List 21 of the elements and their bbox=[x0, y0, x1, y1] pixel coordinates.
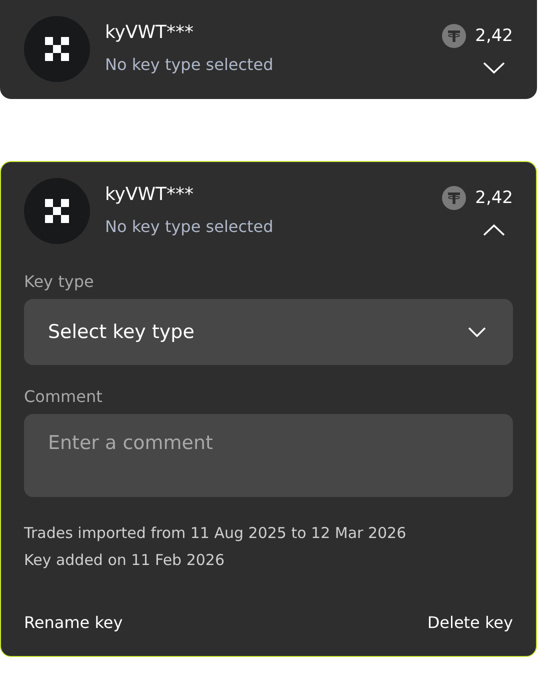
checker-logo-icon bbox=[24, 178, 90, 244]
key-name: kyVWT*** bbox=[105, 22, 195, 43]
info-text: Key added on 11 Feb 2026 bbox=[24, 551, 226, 569]
chevron-down-icon bbox=[483, 62, 505, 74]
field-label: Key type bbox=[24, 272, 95, 291]
checker-logo-icon bbox=[24, 16, 90, 82]
field-label: Comment bbox=[24, 387, 104, 406]
key-name: kyVWT*** bbox=[105, 184, 195, 205]
key-type-status: No key type selected bbox=[105, 217, 274, 236]
chevron-up-icon bbox=[483, 224, 505, 236]
info-text: Trades imported from 11 Aug 2025 to 12 Mar 2026 bbox=[24, 524, 408, 542]
action-link[interactable]: Rename key bbox=[24, 613, 123, 632]
key-type-dropdown[interactable]: Select key type bbox=[24, 299, 513, 365]
key-type-status: No key type selected bbox=[105, 55, 274, 74]
balance-amount: 2,42 bbox=[475, 26, 513, 46]
coin-icon bbox=[442, 24, 466, 48]
chevron-down-icon bbox=[468, 327, 486, 337]
action-link[interactable]: Delete key bbox=[427, 613, 513, 632]
balance-amount: 2,42 bbox=[475, 188, 513, 208]
coin-icon bbox=[442, 186, 466, 210]
comment-field[interactable]: Enter a comment bbox=[24, 414, 513, 497]
